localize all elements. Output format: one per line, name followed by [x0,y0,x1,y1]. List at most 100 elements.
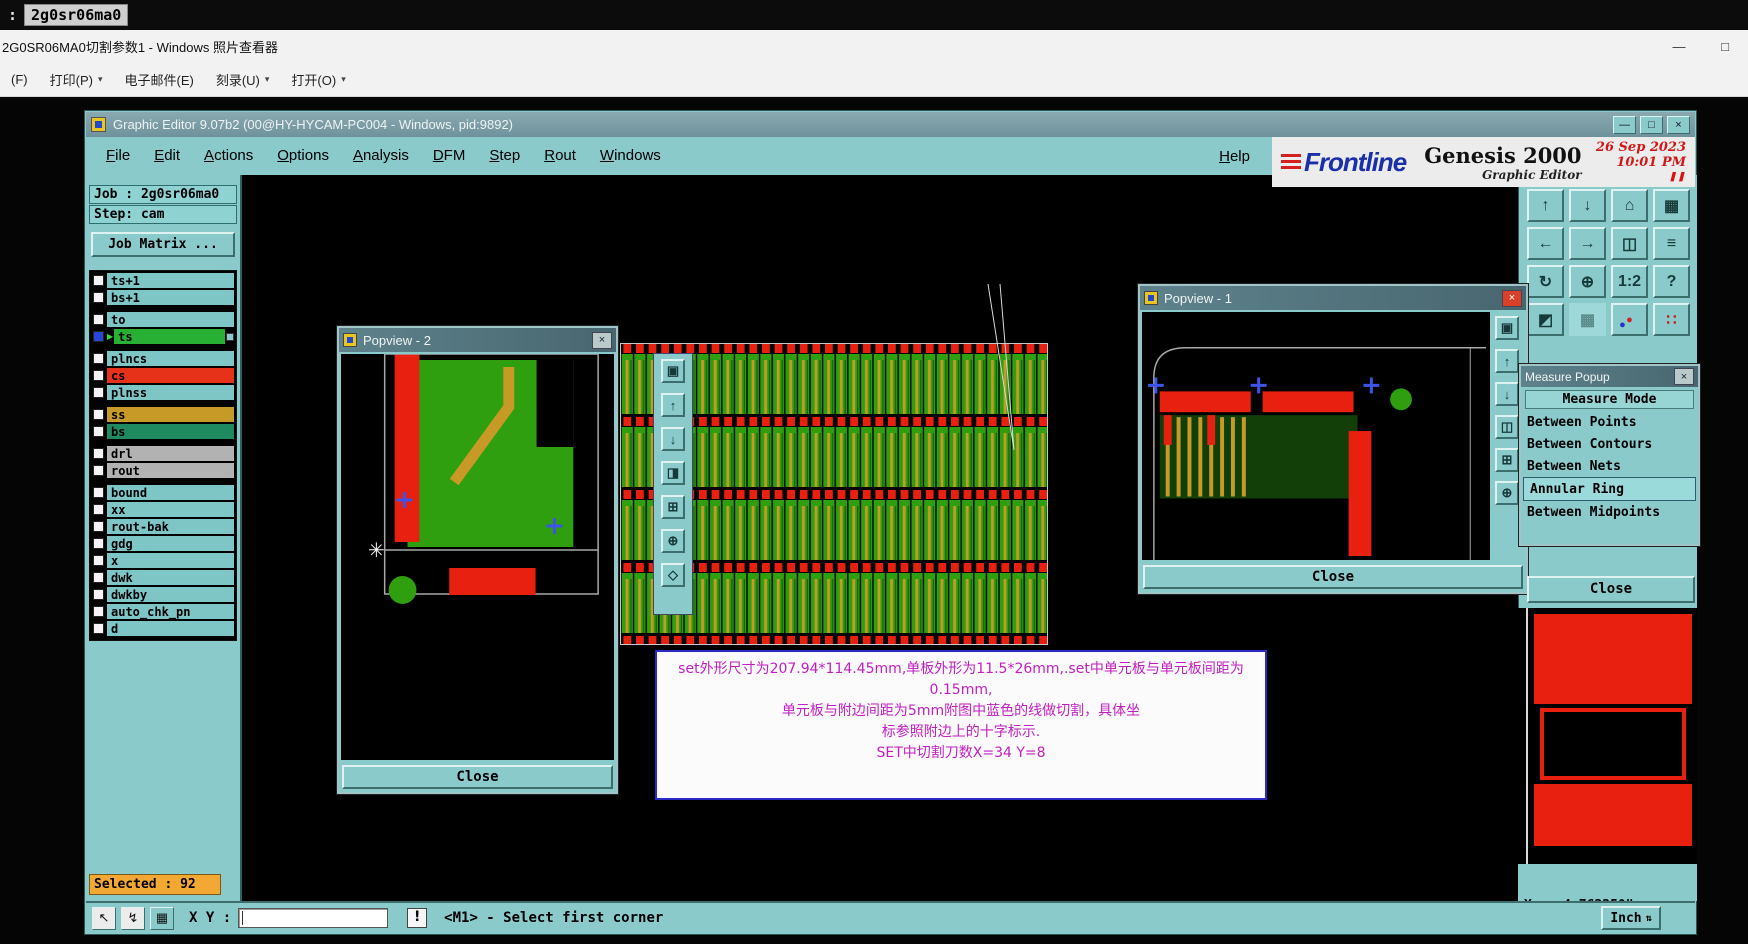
color-dots-icon[interactable]: ∷ [1653,303,1690,336]
layer-row[interactable]: ▶ ts [92,329,234,344]
layer-row[interactable]: x [92,553,234,568]
maximize-icon[interactable]: □ [1702,30,1748,63]
minimize-icon[interactable]: — [1613,115,1636,134]
layer-stack-icon[interactable]: ≡ [1653,227,1690,260]
popview-2-close-button[interactable]: Close [342,765,613,789]
menu-help[interactable]: Help [1207,148,1262,165]
pop-window-icon[interactable]: ▣ [1495,316,1519,340]
measure-option-between-nets[interactable]: Between Nets [1521,455,1698,477]
layer-checkbox[interactable] [93,426,104,437]
menu-item-p[interactable]: 打印(P) ▾ [39,63,114,96]
popview-1-titlebar[interactable]: Popview - 1 × [1140,286,1526,310]
menu-file[interactable]: File [94,147,142,164]
pop-pan-down-icon[interactable]: ↓ [1495,382,1519,406]
menu-windows[interactable]: Windows [588,147,673,164]
flip-down-icon[interactable]: ↓ [1569,189,1606,222]
pop-pan-up-icon[interactable]: ↑ [661,393,685,417]
layer-row[interactable]: plnss [92,385,234,400]
layer-row[interactable]: xx [92,502,234,517]
pop-pan-up-icon[interactable]: ↑ [1495,349,1519,373]
flip-right-icon[interactable]: → [1569,227,1606,260]
layer-checkbox[interactable] [93,370,104,381]
zoom-ratio-icon[interactable]: 1:2 [1611,265,1648,298]
measure-option-between-contours[interactable]: Between Contours [1521,433,1698,455]
measure-option-between-points[interactable]: Between Points [1521,411,1698,433]
menu-analysis[interactable]: Analysis [341,147,421,164]
center-target-icon[interactable]: ⊕ [1569,265,1606,298]
layer-checkbox[interactable] [93,387,104,398]
help-tool-icon[interactable]: ? [1653,265,1690,298]
popview-1-close-button[interactable]: Close [1143,565,1523,589]
layer-row[interactable]: cs [92,368,234,383]
pointer-select-icon[interactable]: ↖ [92,906,116,930]
pop-half-view-icon[interactable]: ◫ [1495,415,1519,439]
flip-up-icon[interactable]: ↑ [1527,189,1564,222]
menu-dfm[interactable]: DFM [421,147,478,164]
menu-edit[interactable]: Edit [142,147,192,164]
pop-window-icon[interactable]: ▣ [661,359,685,383]
layer-row[interactable]: plncs [92,351,234,366]
layer-row[interactable]: to [92,312,234,327]
menu-item-e[interactable]: 电子邮件(E) [113,63,204,96]
layer-checkbox[interactable] [93,555,104,566]
layer-checkbox[interactable] [93,538,104,549]
pop-fit-icon[interactable]: ◇ [661,563,685,587]
measure-option-annular-ring[interactable]: Annular Ring [1523,477,1696,501]
layer-row[interactable]: ss [92,407,234,422]
menu-actions[interactable]: Actions [192,147,265,164]
close-icon[interactable]: × [1502,289,1522,307]
rotate-view-icon[interactable]: ↻ [1527,265,1564,298]
layer-row[interactable]: gdg [92,536,234,551]
layer-row[interactable]: drl [92,446,234,461]
menu-options[interactable]: Options [265,147,341,164]
layer-row[interactable]: bs+1 [92,290,234,305]
alert-button[interactable]: ! [407,908,428,928]
layer-checkbox[interactable] [93,448,104,459]
layer-row[interactable]: dwkby [92,587,234,602]
flip-left-icon[interactable]: ← [1527,227,1564,260]
menu-item-u[interactable]: 刻录(U) ▾ [205,63,281,96]
layer-row[interactable]: bs [92,424,234,439]
grid-toggle-icon[interactable]: ▦ [1569,303,1606,336]
layer-checkbox[interactable] [93,589,104,600]
unit-selector[interactable]: Inch ⇅ [1601,906,1661,930]
close-icon[interactable]: × [1674,368,1694,385]
layer-row[interactable]: auto_chk_pn [92,604,234,619]
layer-row[interactable]: d [92,621,234,636]
measure-popup-titlebar[interactable]: Measure Popup × [1521,366,1698,387]
close-icon[interactable]: × [592,331,612,349]
layer-checkbox[interactable] [93,521,104,532]
layer-checkbox[interactable] [93,572,104,583]
layer-row[interactable]: bound [92,485,234,500]
layer-row[interactable]: ts+1 [92,273,234,288]
menu-step[interactable]: Step [477,147,532,164]
layer-checkbox[interactable] [93,275,104,286]
layer-checkbox[interactable] [93,504,104,515]
menu-item-f[interactable]: (F) [0,63,39,96]
job-matrix-button[interactable]: Job Matrix ... [91,232,235,257]
layer-checkbox[interactable] [93,314,104,325]
pop-half-view-icon[interactable]: ◨ [661,461,685,485]
layer-row[interactable]: dwk [92,570,234,585]
genesis-titlebar[interactable]: Graphic Editor 9.07b2 (00@HY-HYCAM-PC004… [86,112,1695,137]
layer-checkbox[interactable] [93,331,104,342]
pop-pan-down-icon[interactable]: ↓ [661,427,685,451]
popview-1-canvas[interactable] [1142,312,1490,560]
minimize-icon[interactable]: — [1656,30,1702,63]
maximize-icon[interactable]: □ [1640,115,1663,134]
xy-input[interactable] [238,908,389,928]
color-swap-icon[interactable]: ● [1611,303,1648,336]
menu-rout[interactable]: Rout [532,147,588,164]
photo-viewer-titlebar[interactable]: 2G0SR06MA0切割参数1 - Windows 照片查看器 — □ [0,30,1748,63]
layer-row[interactable]: rout [92,463,234,478]
pointer-snap-icon[interactable]: ↯ [121,906,145,930]
layer-checkbox[interactable] [93,292,104,303]
layer-checkbox[interactable] [93,409,104,420]
pop-center-icon[interactable]: ⊕ [1495,481,1519,505]
home-view-icon[interactable]: ⌂ [1611,189,1648,222]
measure-close-button[interactable]: Close [1527,576,1695,603]
taskbar-job-name[interactable]: 2g0sr06ma0 [24,4,129,26]
layer-checkbox[interactable] [93,353,104,364]
close-icon[interactable]: × [1667,115,1690,134]
layer-checkbox[interactable] [93,623,104,634]
